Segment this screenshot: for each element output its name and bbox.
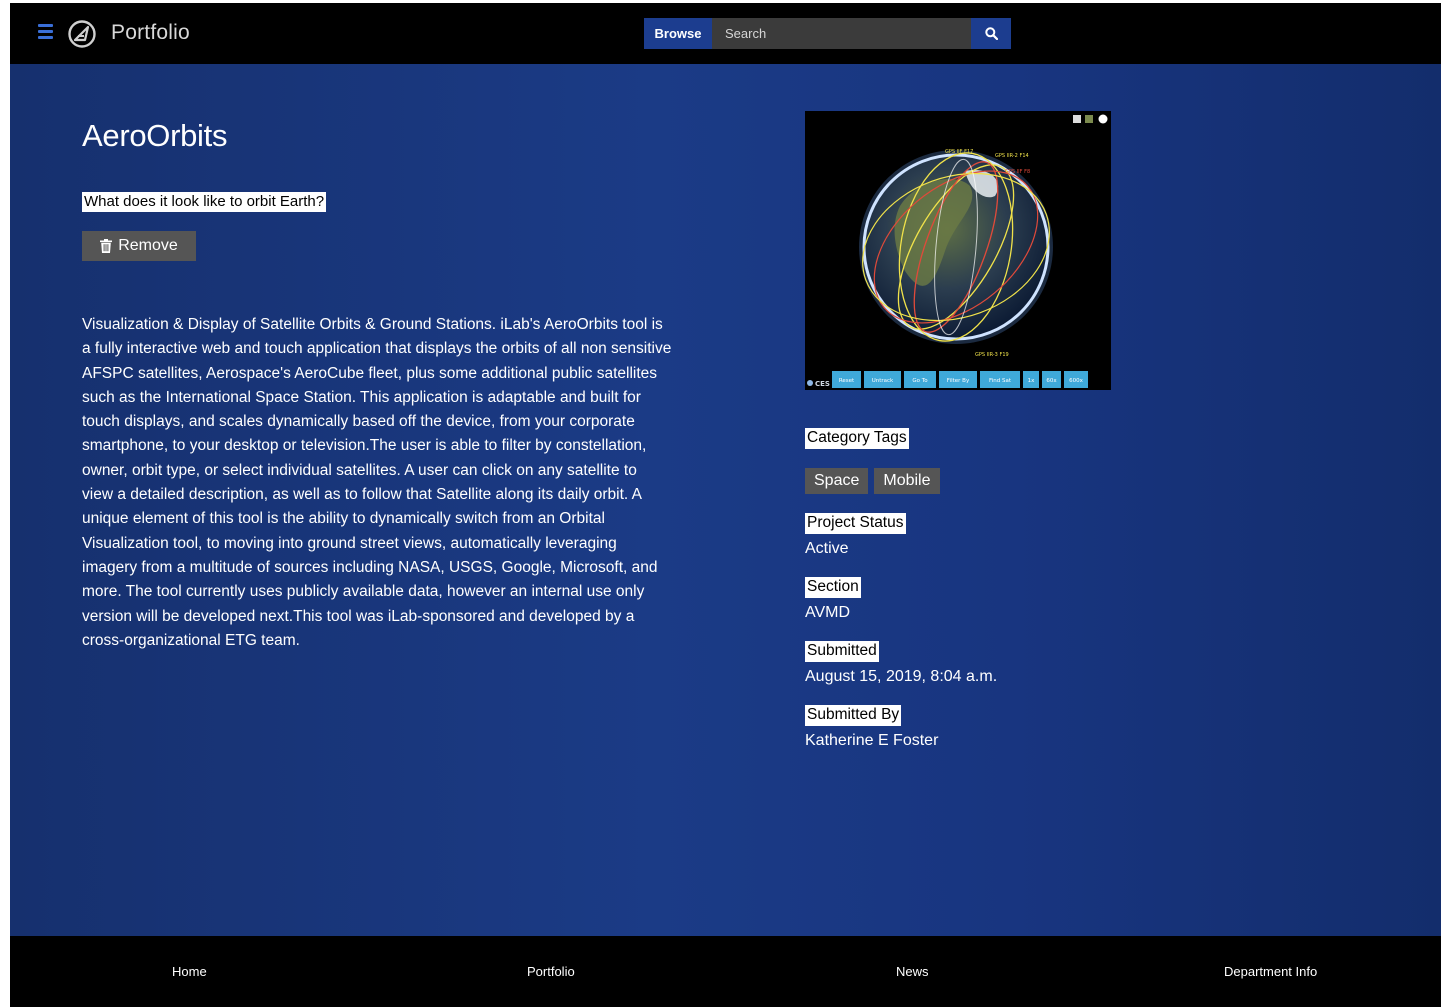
tag-list: Space Mobile [805, 468, 940, 494]
submitted-value: August 15, 2019, 8:04 a.m. [805, 668, 998, 685]
search-icon [984, 27, 998, 40]
submitted-label: Submitted [805, 641, 879, 662]
cesium-logo-text: CES [815, 380, 830, 388]
footer-link-home[interactable]: Home [172, 964, 207, 979]
project-description: Visualization & Display of Satellite Orb… [82, 316, 672, 649]
section-value: AVMD [805, 604, 851, 621]
logo-icon[interactable] [67, 19, 97, 49]
top-navbar: Portfolio Browse [10, 3, 1441, 64]
svg-text:GPS IIR-2 F14: GPS IIR-2 F14 [995, 153, 1029, 159]
submitted-by-label: Submitted By [805, 705, 902, 726]
screenshot-toolbar-label: Go To [912, 378, 928, 384]
screenshot-toolbar-label: Untrack [872, 378, 894, 384]
remove-button[interactable]: Remove [82, 231, 196, 261]
remove-label: Remove [118, 237, 178, 254]
project-status-label: Project Status [805, 513, 906, 534]
search-group: Browse [644, 18, 1011, 49]
footer-link-portfolio[interactable]: Portfolio [527, 964, 575, 979]
screenshot-toolbar-label: 60x [1046, 378, 1057, 384]
project-title: AeroOrbits [82, 118, 228, 153]
project-tagline: What does it look like to orbit Earth? [82, 192, 327, 212]
footer: Home Portfolio News Department Info [10, 936, 1441, 1007]
svg-text:GPS IIF F17: GPS IIF F17 [945, 149, 973, 155]
project-status-value: Active [805, 540, 849, 557]
search-button[interactable] [971, 18, 1011, 49]
footer-link-department-info[interactable]: Department Info [1224, 964, 1317, 979]
tag-space[interactable]: Space [805, 468, 869, 494]
svg-text:GPS IIF F8: GPS IIF F8 [1005, 169, 1030, 175]
browse-button[interactable]: Browse [644, 18, 712, 49]
project-screenshot[interactable]: GPS IIR-2 F14 GPS IIF F17 GPS IIF F8 GPS… [805, 111, 1111, 390]
screenshot-toolbar-label: Find Sat [989, 378, 1012, 384]
screenshot-toolbar-label: 600x [1069, 378, 1083, 384]
screenshot-toolbar-label: Reset [839, 378, 855, 384]
page: Portfolio Browse AeroOrbits What does it… [0, 0, 1441, 1007]
brand-title[interactable]: Portfolio [111, 21, 190, 45]
screenshot-toolbar-label: 1x [1028, 378, 1035, 384]
submitted-by-value: Katherine E Foster [805, 732, 939, 749]
svg-text:GPS IIR-3 F19: GPS IIR-3 F19 [975, 352, 1009, 358]
trash-icon [100, 239, 113, 253]
search-input[interactable] [712, 18, 971, 49]
footer-link-news[interactable]: News [896, 964, 929, 979]
screenshot-toolbar-label: Filter By [947, 378, 970, 384]
main-content: AeroOrbits What does it look like to orb… [10, 64, 1441, 936]
app-frame: Portfolio Browse AeroOrbits What does it… [10, 3, 1441, 1007]
category-tags-label: Category Tags [805, 428, 909, 449]
menu-icon[interactable] [38, 24, 53, 39]
section-label: Section [805, 577, 861, 598]
tag-mobile[interactable]: Mobile [874, 468, 940, 494]
